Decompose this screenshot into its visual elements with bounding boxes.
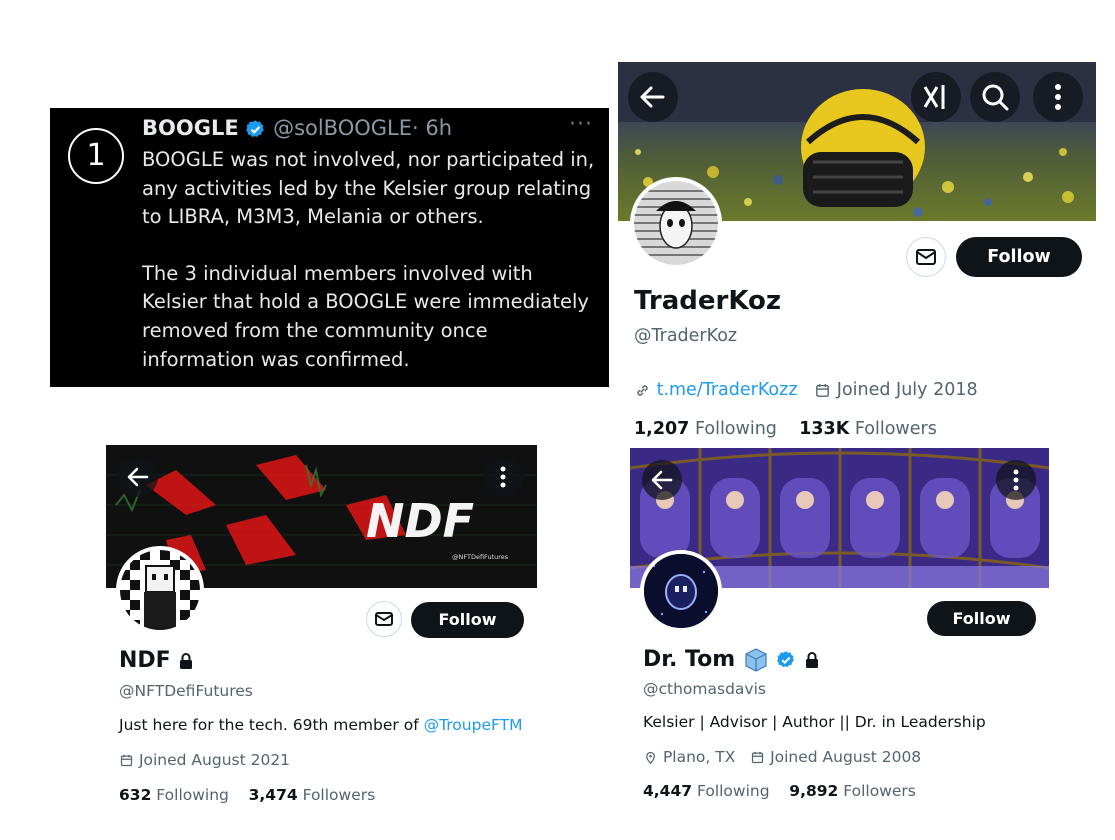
profile-stats: 4,447 Following 9,892 Followers	[643, 782, 916, 800]
envelope-icon	[916, 249, 936, 265]
avatar[interactable]	[116, 546, 204, 634]
profile-drtom: Follow Dr. Tom @cthomasdavis Kelsier | A…	[630, 448, 1049, 818]
calendar-icon	[752, 751, 764, 764]
search-button[interactable]	[970, 72, 1020, 122]
lock-icon	[180, 653, 193, 669]
profile-location: Plano, TX	[662, 748, 736, 766]
cube-icon	[745, 648, 767, 672]
profile-handle: @TraderKoz	[634, 326, 738, 346]
grok-icon	[923, 85, 945, 109]
followers-link[interactable]: 9,892 Followers	[789, 782, 916, 800]
joined-date: Joined August 2008	[770, 748, 922, 766]
following-link[interactable]: 1,207 Following	[634, 419, 777, 439]
avatar[interactable]	[630, 177, 722, 269]
tweet-paragraph-2: The 3 individual members involved with K…	[142, 261, 589, 371]
profile-stats: 1,207 Following 133K Followers	[634, 419, 937, 439]
joined-date: Joined August 2021	[138, 751, 291, 769]
arrow-left-icon	[640, 86, 665, 108]
followers-label: Followers	[854, 419, 937, 439]
calendar-icon	[120, 754, 133, 767]
banner-tag-text: @NFTDefiFutures	[452, 553, 509, 561]
following-count: 1,207	[634, 419, 690, 439]
tweet-time: · 6h	[412, 116, 453, 140]
message-button[interactable]	[906, 237, 946, 277]
profile-name: Dr. Tom	[643, 647, 820, 673]
tweet-body: BOOGLE was not involved, nor participate…	[142, 146, 597, 374]
back-button[interactable]	[642, 460, 682, 500]
followers-link[interactable]: 3,474 Followers	[249, 786, 376, 804]
followers-label: Followers	[843, 782, 916, 800]
avatar-image	[634, 181, 718, 265]
vertical-dots-icon	[1055, 84, 1061, 110]
tweet-index-number: 1	[68, 128, 124, 184]
followers-count: 133K	[799, 419, 850, 439]
grok-button[interactable]	[911, 72, 961, 122]
profile-name: TraderKoz	[634, 286, 781, 316]
avatar[interactable]	[640, 550, 722, 632]
calendar-icon	[816, 383, 830, 397]
bio-text: Just here for the tech. 69th member of	[119, 716, 424, 734]
profile-handle: @NFTDefiFutures	[119, 682, 253, 700]
follow-button[interactable]: Follow	[956, 237, 1082, 277]
tweet-header: BOOGLE @solBOOGLE· 6h	[142, 116, 452, 140]
profile-name: NDF	[119, 648, 194, 673]
envelope-icon	[375, 612, 393, 626]
following-count: 632	[119, 786, 152, 804]
avatar-image	[120, 550, 200, 630]
following-link[interactable]: 632 Following	[119, 786, 229, 804]
more-button[interactable]	[996, 460, 1036, 500]
back-button[interactable]	[118, 457, 158, 497]
following-label: Following	[694, 419, 777, 439]
avatar-image	[644, 554, 718, 628]
profile-name-text: Dr. Tom	[643, 647, 736, 672]
arrow-left-icon	[127, 467, 149, 487]
following-label: Following	[156, 786, 229, 804]
profile-name-text: NDF	[119, 648, 171, 673]
search-icon	[982, 84, 1009, 111]
followers-count: 3,474	[248, 786, 298, 804]
profile-website-link[interactable]: t.me/TraderKozz	[657, 380, 798, 400]
profile-ndf: NDF @NFTDefiFutures Follow NDF @NFTDefiF…	[106, 445, 537, 815]
follow-button[interactable]: Follow	[411, 602, 524, 638]
joined-date: Joined July 2018	[836, 380, 978, 400]
arrow-left-icon	[651, 470, 673, 490]
back-button[interactable]	[628, 72, 678, 122]
profile-bio: Just here for the tech. 69th member of @…	[119, 716, 522, 734]
profile-handle: @cthomasdavis	[643, 680, 766, 698]
profile-meta: Joined August 2021	[119, 751, 290, 769]
vertical-dots-icon	[1013, 469, 1019, 491]
banner-logo-text: NDF	[366, 494, 474, 548]
following-count: 4,447	[643, 782, 693, 800]
link-icon	[637, 384, 648, 396]
verified-badge-icon	[246, 119, 265, 137]
more-options-icon[interactable]: ···	[569, 112, 593, 137]
followers-count: 9,892	[789, 782, 839, 800]
bio-mention-link[interactable]: @TroupeFTM	[424, 716, 523, 734]
tweet-handle[interactable]: @solBOOGLE	[273, 116, 412, 140]
follow-button[interactable]: Follow	[927, 601, 1036, 636]
lock-icon	[806, 652, 819, 668]
more-button[interactable]	[483, 457, 523, 497]
tweet-screenshot: 1 BOOGLE @solBOOGLE· 6h ··· BOOGLE was n…	[50, 108, 609, 387]
more-button[interactable]	[1033, 72, 1083, 122]
location-pin-icon	[646, 751, 655, 765]
followers-link[interactable]: 133K Followers	[799, 419, 937, 439]
profile-traderkoz: Follow TraderKoz @TraderKoz t.me/TraderK…	[618, 62, 1096, 447]
profile-bio: Kelsier | Advisor | Author || Dr. in Lea…	[643, 713, 986, 731]
profile-meta: t.me/TraderKozz Joined July 2018	[634, 380, 978, 400]
vertical-dots-icon	[500, 466, 506, 488]
tweet-author-name[interactable]: BOOGLE	[142, 116, 239, 140]
following-link[interactable]: 4,447 Following	[643, 782, 770, 800]
profile-stats: 632 Following 3,474 Followers	[119, 786, 375, 804]
message-button[interactable]	[366, 601, 402, 637]
verified-badge-icon	[777, 651, 795, 668]
following-label: Following	[696, 782, 770, 800]
followers-label: Followers	[302, 786, 376, 804]
tweet-paragraph-1: BOOGLE was not involved, nor participate…	[142, 148, 595, 229]
profile-meta: Plano, TX Joined August 2008	[643, 748, 921, 766]
